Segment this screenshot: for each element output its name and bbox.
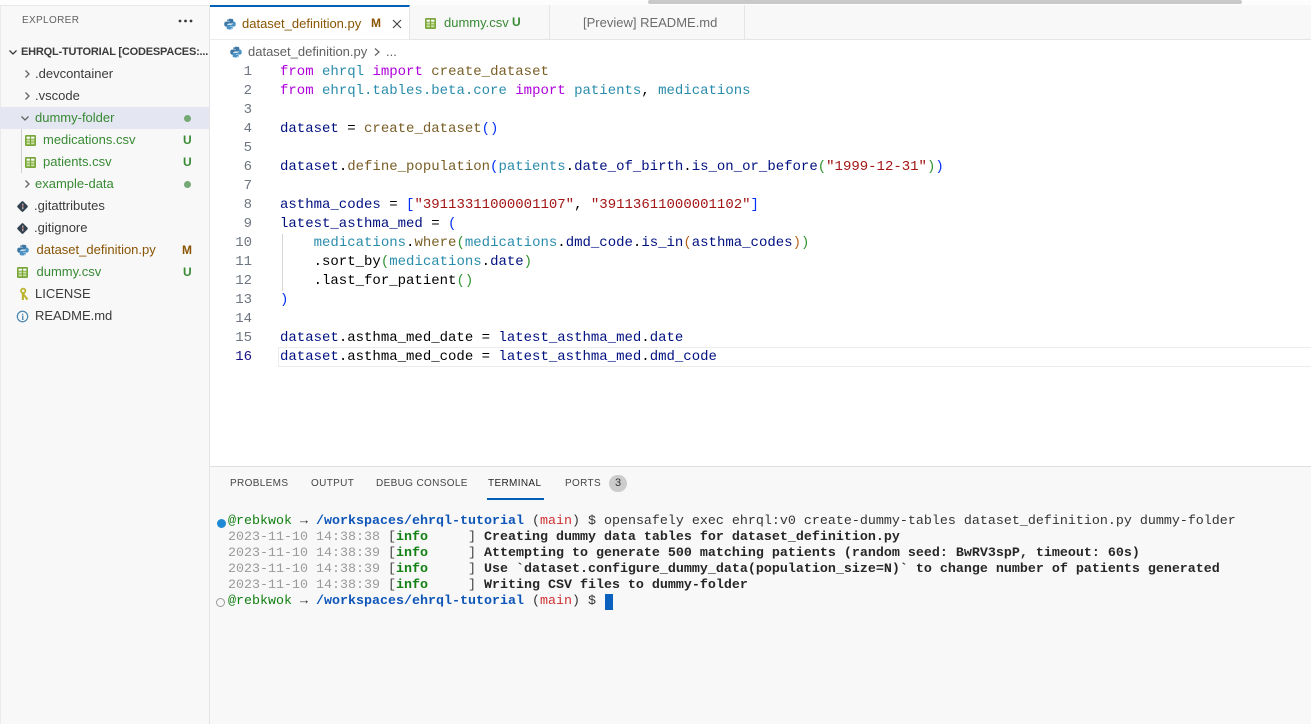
- svg-text:i: i: [21, 313, 24, 323]
